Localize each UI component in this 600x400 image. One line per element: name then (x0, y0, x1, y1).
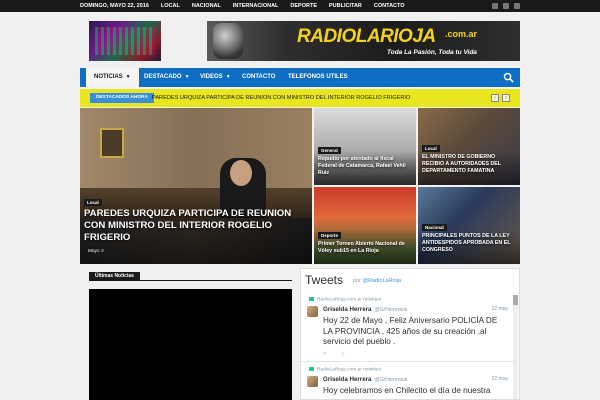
retweet-notice: RadioLaRioja.com.ar retwitteó (309, 367, 381, 372)
tweet-author[interactable]: Griselda Herrera @GrHerreraok (323, 306, 407, 313)
nav-item-telefonos[interactable]: TELEFONOS UTILES (280, 68, 356, 87)
ticker-prev-button[interactable]: ‹ (491, 94, 499, 102)
twitter-byline: por @RadioLaRioja (353, 278, 401, 284)
top-link-local[interactable]: LOCAL (161, 3, 180, 9)
scrollbar[interactable] (513, 295, 518, 399)
story-title[interactable]: EL MINISTRO DE GOBIERNO RECIBIO A AUTORI… (422, 154, 516, 175)
video-player[interactable] (89, 289, 292, 400)
category-badge[interactable]: Nacional (422, 224, 447, 231)
nav-item-label: DESTACADO (144, 74, 182, 80)
breaking-news-headline[interactable]: PAREDES URQUIZA PARTICIPA DE REUNION CON… (152, 93, 410, 103)
featured-main-story[interactable]: Local PAREDES URQUIZA PARTICIPA DE REUNI… (80, 108, 312, 264)
retweet-label: RadioLaRioja.com.ar retwitteó (317, 297, 382, 303)
social-icon[interactable] (514, 3, 520, 9)
featured-story[interactable]: Nacional PRINCIPALES PUNTOS DE LA LEY AN… (418, 187, 520, 264)
scrollbar-thumb[interactable] (513, 295, 518, 305)
nav-item-videos[interactable]: VIDEOS ▼ (192, 68, 239, 87)
top-link-deporte[interactable]: DEPORTE (290, 3, 317, 9)
main-nav: NOTICIAS ▼ DESTACADO ▼ VIDEOS ▼ CONTACTO TE… (80, 68, 520, 87)
chevron-down-icon: ▼ (125, 74, 131, 80)
top-link-contacto[interactable]: CONTACTO (374, 3, 405, 9)
share-icon[interactable]: ⇪ (341, 351, 346, 358)
tweet-text: Hoy 22 de Mayo , Feliz Aniversario POLIC… (323, 316, 498, 346)
site-header: RADIOLARIOJA .com.ar Toda La Pasión, Tod… (0, 12, 600, 68)
nav-item-label: CONTACTO (242, 74, 276, 80)
tweet-author-handle: @GrHerreraok (374, 377, 408, 383)
category-badge[interactable]: Deporte (318, 232, 342, 239)
story-title[interactable]: PAREDES URQUIZA PARTICIPA DE REUNION CON… (84, 208, 299, 244)
featured-story[interactable]: General Repudio por atentado al fiscal F… (314, 108, 416, 185)
featured-story[interactable]: Deporte Primer Torneo Abierto Nacional d… (314, 187, 416, 264)
top-link-nacional[interactable]: NACIONAL (192, 3, 221, 9)
banner-tagline: Toda La Pasión, Toda tu Vida (387, 49, 477, 56)
section-divider (89, 280, 292, 281)
avatar[interactable] (307, 306, 318, 317)
heart-icon[interactable]: ♥ (323, 351, 327, 358)
tweet-author[interactable]: Griselda Herrera @GrHerreraok (323, 376, 407, 383)
microphone-icon (213, 23, 243, 59)
tweet-text: Hoy celebramos en Chilecito el día de nu… (323, 386, 491, 395)
retweet-notice: RadioLaRioja.com.ar retwitteó (309, 297, 381, 302)
nav-item-noticias[interactable]: NOTICIAS ▼ (86, 68, 139, 87)
ticker-controls: ‹ › (491, 94, 510, 102)
social-icon[interactable] (492, 3, 498, 9)
top-bar-menu: DOMINGO, MAYO 22, 2016 LOCAL NACIONAL IN… (80, 0, 405, 12)
story-title[interactable]: Primer Torneo Abierto Nacional de Vóley … (318, 241, 412, 255)
tweet-date[interactable]: 22 may. (492, 306, 509, 312)
nav-item-label: NOTICIAS (94, 74, 123, 80)
category-badge[interactable]: Local (84, 199, 102, 206)
story-title[interactable]: Repudio por atentado al fiscal Federal d… (318, 156, 412, 177)
site-logo[interactable] (89, 21, 161, 61)
speaker-figure-head (230, 160, 252, 186)
current-date: DOMINGO, MAYO 22, 2016 (80, 3, 149, 9)
tweet-divider (301, 361, 517, 362)
retweet-icon (309, 297, 314, 301)
avatar[interactable] (307, 376, 318, 387)
nav-item-destacado[interactable]: DESTACADO ▼ (136, 68, 198, 87)
category-badge[interactable]: Local (422, 145, 440, 152)
social-icon[interactable] (503, 3, 509, 9)
social-links (492, 3, 520, 9)
tweet-date[interactable]: 22 may. (492, 376, 509, 382)
nav-item-contacto[interactable]: CONTACTO (234, 68, 283, 87)
painting-decor (100, 128, 124, 158)
twitter-heading: Tweets (305, 273, 344, 287)
banner-brand: RADIOLARIOJA (297, 26, 436, 47)
twitter-timeline: Tweets por @RadioLaRioja RadioLaRioja.co… (300, 268, 520, 400)
nav-item-label: VIDEOS (200, 74, 223, 80)
twitter-byline-prefix: por (353, 278, 361, 284)
search-icon[interactable] (503, 72, 514, 83)
top-bar: DOMINGO, MAYO 22, 2016 LOCAL NACIONAL IN… (0, 0, 600, 12)
chevron-down-icon: ▼ (184, 74, 190, 80)
featured-story[interactable]: Local EL MINISTRO DE GOBIERNO RECIBIO A … (418, 108, 520, 185)
tweet-author-handle: @GrHerreraok (374, 307, 408, 313)
banner-brand-suffix: .com.ar (445, 29, 478, 39)
tweet-author-name: Griselda Herrera (323, 376, 372, 383)
top-link-internacional[interactable]: INTERNACIONAL (233, 3, 279, 9)
breaking-news-bar: DESTACADOS AHORA PAREDES URQUIZA PARTICI… (80, 89, 520, 107)
chevron-down-icon: ▼ (225, 74, 231, 80)
tweet-actions: ♥ ⇪ (323, 351, 346, 358)
ticker-next-button[interactable]: › (502, 94, 510, 102)
twitter-account-link[interactable]: @RadioLaRioja (362, 278, 401, 284)
story-date: Mayo 2 (88, 249, 104, 254)
top-link-publicitar[interactable]: PUBLICITAR (329, 3, 362, 9)
category-badge[interactable]: General (318, 147, 341, 154)
retweet-icon (309, 367, 314, 371)
story-title[interactable]: PRINCIPALES PUNTOS DE LA LEY ANTIDESPIDO… (422, 233, 516, 254)
tweet-author-name: Griselda Herrera (323, 306, 372, 313)
header-banner[interactable]: RADIOLARIOJA .com.ar Toda La Pasión, Tod… (207, 21, 520, 61)
breaking-news-label: DESTACADOS AHORA (90, 93, 154, 103)
nav-item-label: TELEFONOS UTILES (288, 74, 348, 80)
retweet-label: RadioLaRioja.com.ar retwitteó (317, 367, 382, 373)
